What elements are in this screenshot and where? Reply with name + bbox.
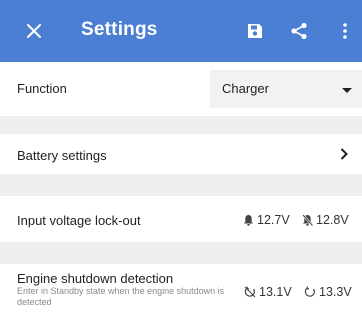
battery-settings-row[interactable]: Battery settings	[0, 134, 362, 174]
bell-off-icon	[302, 214, 313, 226]
engine-start-value: 13.3V	[304, 285, 352, 299]
lockout-off-text: 12.8V	[316, 213, 349, 227]
dropdown-caret-icon	[342, 88, 352, 93]
engine-shutdown-description: Enter in Standby state when the engine s…	[17, 286, 225, 307]
function-label: Function	[17, 81, 67, 96]
engine-stop-icon	[244, 286, 256, 298]
bell-icon	[244, 215, 253, 226]
app-bar: Settings	[0, 0, 362, 62]
battery-settings-label: Battery settings	[17, 148, 107, 163]
lockout-off-value: 12.8V	[302, 213, 349, 227]
divider	[0, 242, 362, 264]
more-options-button[interactable]	[331, 17, 359, 45]
close-button[interactable]	[20, 17, 48, 45]
share-icon	[291, 22, 307, 40]
divider	[0, 174, 362, 196]
save-button[interactable]	[241, 17, 269, 45]
share-button[interactable]	[285, 17, 313, 45]
function-select[interactable]: Charger	[210, 70, 362, 108]
lockout-label: Input voltage lock-out	[17, 213, 141, 228]
function-value: Charger	[222, 81, 269, 96]
save-icon	[248, 24, 262, 38]
engine-start-text: 13.3V	[319, 285, 352, 299]
engine-stop-text: 13.1V	[259, 285, 292, 299]
lockout-on-text: 12.7V	[257, 213, 290, 227]
close-icon	[27, 24, 41, 38]
engine-stop-value: 13.1V	[244, 285, 292, 299]
more-vert-icon	[343, 23, 347, 39]
engine-start-icon	[304, 286, 315, 297]
page-title: Settings	[81, 19, 158, 40]
chevron-right-icon	[340, 148, 348, 160]
divider	[0, 116, 362, 134]
engine-shutdown-label: Engine shutdown detection	[17, 271, 174, 286]
lockout-on-value: 12.7V	[243, 213, 290, 227]
